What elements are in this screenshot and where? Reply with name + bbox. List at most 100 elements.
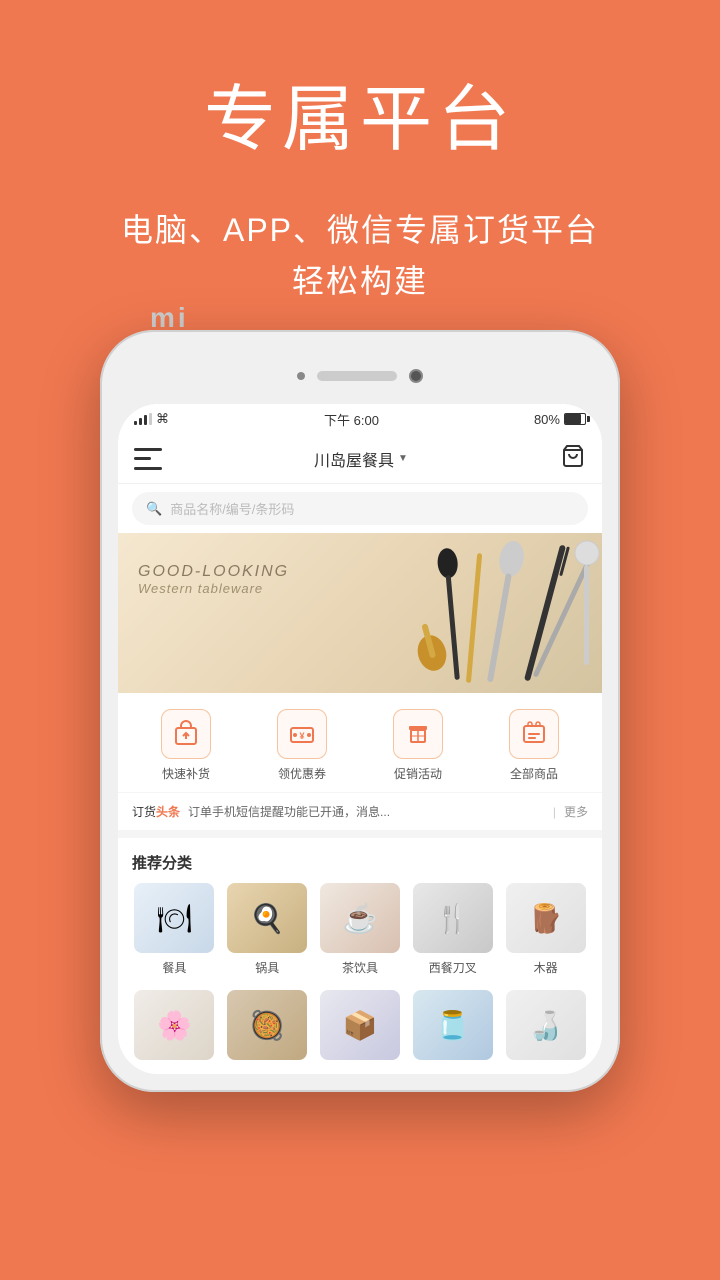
restock-icon (172, 720, 200, 748)
western-img: 🍴 (413, 883, 493, 953)
signal-icon (134, 413, 152, 425)
coupon-label: 领优惠券 (278, 765, 326, 782)
quick-icon-restock[interactable]: 快速补货 (146, 709, 226, 782)
app-navbar: 川岛屋餐具 ▼ (118, 434, 602, 484)
cart-button[interactable] (560, 444, 586, 473)
all-goods-label: 全部商品 (510, 765, 558, 782)
category-row-1: 🍽 餐具 🍳 锅具 ☕ 茶饮具 (118, 883, 602, 986)
battery-icon (564, 413, 586, 425)
category-row2-4[interactable]: 🫙 (410, 990, 495, 1060)
category-cookware[interactable]: 🍳 锅具 (225, 883, 310, 976)
category-western[interactable]: 🍴 西餐刀叉 (410, 883, 495, 976)
menu-icon[interactable] (134, 448, 162, 470)
search-placeholder-text: 商品名称/编号/条形码 (170, 499, 294, 518)
wood-art: 🪵 (506, 883, 586, 953)
cat2d-img: 🫙 (413, 990, 493, 1060)
quick-icons-row: 快速补货 ¥ 领优惠券 (118, 693, 602, 792)
cookware-art: 🍳 (227, 883, 307, 953)
quick-icon-promo[interactable]: 促销活动 (378, 709, 458, 782)
all-icon-box (509, 709, 559, 759)
wifi-icon: ⌘ (156, 411, 169, 427)
hero-subtitle: 电脑、APP、微信专属订货平台 轻松构建 (0, 205, 720, 307)
cat2e-img: 🍶 (506, 990, 586, 1060)
category-teaware[interactable]: ☕ 茶饮具 (318, 883, 403, 976)
signal-bar-3 (144, 415, 147, 425)
phone-outer: ⌘ 下午 6:00 80% 川岛屋餐具 (100, 330, 620, 1092)
ticker-content: 订单手机短信提醒功能已开通，消息... (188, 803, 545, 820)
category-row2-2[interactable]: 🥘 (225, 990, 310, 1060)
category-row2-5[interactable]: 🍶 (503, 990, 588, 1060)
ticker-prefix-text: 订货 (132, 805, 156, 819)
banner-subtitle: Western tableware (138, 581, 289, 596)
phone-mockup: mi ⌘ 下午 6:00 (100, 330, 620, 1092)
category-row2-1[interactable]: 🌸 (132, 990, 217, 1060)
ticker-divider: | (553, 805, 556, 819)
cat2c-img: 📦 (320, 990, 400, 1060)
cutlery-svg (302, 533, 602, 693)
store-name-text: 川岛屋餐具 (314, 447, 394, 471)
signal-bar-1 (134, 421, 137, 425)
store-name[interactable]: 川岛屋餐具 ▼ (314, 447, 408, 471)
wood-label: 木器 (534, 959, 558, 976)
ticker-prefix: 订货头条 (132, 803, 180, 820)
promo-icon-box (393, 709, 443, 759)
promo-icon (404, 720, 432, 748)
cart-icon (560, 444, 586, 468)
search-input-wrapper[interactable]: 🔍 商品名称/编号/条形码 (132, 492, 588, 525)
hero-subtitle-line2: 轻松构建 (292, 263, 428, 299)
signal-bar-2 (139, 418, 142, 425)
menu-line-bot (134, 467, 162, 470)
quick-icon-all[interactable]: 全部商品 (494, 709, 574, 782)
section-header: 推荐分类 (118, 830, 602, 883)
battery-percent: 80% (534, 412, 560, 427)
phone-top-bezel (118, 348, 602, 404)
restock-label: 快速补货 (162, 765, 210, 782)
ticker-highlight: 头条 (156, 805, 180, 819)
wood-img: 🪵 (506, 883, 586, 953)
tableware-label: 餐具 (162, 959, 186, 976)
section-title: 推荐分类 (132, 855, 192, 872)
phone-screen: ⌘ 下午 6:00 80% 川岛屋餐具 (118, 404, 602, 1074)
battery-fill (565, 414, 581, 424)
front-camera-icon (409, 369, 423, 383)
menu-line-mid (134, 457, 151, 460)
banner-text: GOOD-LOOKING Western tableware (138, 563, 289, 596)
banner-cutlery (302, 533, 602, 693)
banner-title: GOOD-LOOKING (138, 563, 289, 581)
cookware-img: 🍳 (227, 883, 307, 953)
signal-bar-4 (149, 413, 152, 425)
teaware-label: 茶饮具 (342, 959, 378, 976)
dropdown-arrow-icon: ▼ (398, 453, 408, 464)
teaware-img: ☕ (320, 883, 400, 953)
category-row-2: 🌸 🥘 📦 🫙 🍶 (118, 990, 602, 1074)
search-bar: 🔍 商品名称/编号/条形码 (118, 484, 602, 533)
cat2b-img: 🥘 (227, 990, 307, 1060)
hero-subtitle-line1: 电脑、APP、微信专属订货平台 (121, 212, 599, 248)
sensor-icon (297, 372, 305, 380)
western-art: 🍴 (413, 883, 493, 953)
coupon-icon: ¥ (288, 720, 316, 748)
category-wood[interactable]: 🪵 木器 (503, 883, 588, 976)
status-right: 80% (534, 412, 586, 427)
svg-text:¥: ¥ (299, 731, 304, 741)
category-row2-3[interactable]: 📦 (318, 990, 403, 1060)
status-time: 下午 6:00 (324, 410, 379, 429)
hero-title: 专属平台 (0, 60, 720, 165)
tableware-img: 🍽 (134, 883, 214, 953)
western-label: 西餐刀叉 (429, 959, 477, 976)
hero-section: 专属平台 电脑、APP、微信专属订货平台 轻松构建 (0, 0, 720, 307)
cat2a-img: 🌸 (134, 990, 214, 1060)
coupon-icon-box: ¥ (277, 709, 327, 759)
news-ticker[interactable]: 订货头条 订单手机短信提醒功能已开通，消息... | 更多 (118, 792, 602, 830)
speaker-slot (317, 371, 397, 381)
cookware-label: 锅具 (255, 959, 279, 976)
search-icon: 🔍 (146, 501, 162, 517)
promo-label: 促销活动 (394, 765, 442, 782)
category-tableware[interactable]: 🍽 餐具 (132, 883, 217, 976)
all-goods-icon (520, 720, 548, 748)
restock-icon-box (161, 709, 211, 759)
tableware-art: 🍽 (134, 883, 214, 953)
banner[interactable]: GOOD-LOOKING Western tableware (118, 533, 602, 693)
ticker-more: 更多 (564, 803, 588, 820)
quick-icon-coupon[interactable]: ¥ 领优惠券 (262, 709, 342, 782)
